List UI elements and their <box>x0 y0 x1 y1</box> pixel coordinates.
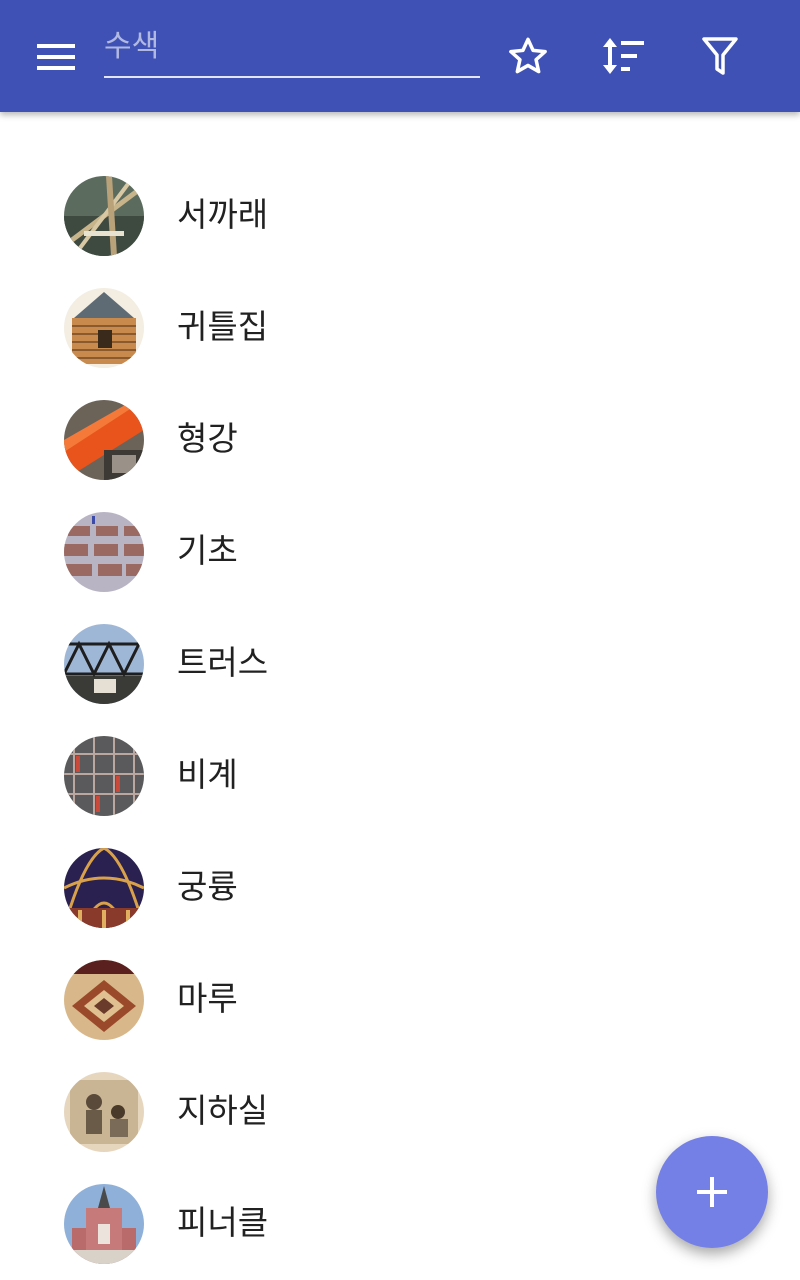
app-bar <box>0 0 800 112</box>
search-input[interactable] <box>104 22 480 78</box>
list-item[interactable]: 트러스 <box>0 608 800 720</box>
floor-pattern-photo <box>64 960 144 1040</box>
list-item-label: 형강 <box>177 419 238 458</box>
plus-icon <box>697 1177 727 1207</box>
foundation-photo <box>64 512 144 592</box>
menu-icon[interactable] <box>30 36 82 78</box>
scaffolding-photo <box>64 736 144 816</box>
filter-icon[interactable] <box>692 28 748 84</box>
list-item[interactable]: 마루 <box>0 944 800 1056</box>
list-item-label: 귀틀집 <box>177 307 269 346</box>
list-item[interactable]: 서까래 <box>0 160 800 272</box>
search-box <box>104 22 480 82</box>
steel-beam-photo <box>64 400 144 480</box>
list-item-label: 피너클 <box>177 1203 269 1242</box>
list-item-label: 트러스 <box>177 643 269 682</box>
list-item-label: 기초 <box>177 531 238 570</box>
pinnacle-building-photo <box>64 1184 144 1264</box>
vault-ceiling-photo <box>64 848 144 928</box>
list-item[interactable]: 형강 <box>0 384 800 496</box>
list-item[interactable]: 기초 <box>0 496 800 608</box>
basement-illustration <box>64 1072 144 1152</box>
list-item-label: 마루 <box>177 979 238 1018</box>
list-item[interactable]: 비계 <box>0 720 800 832</box>
rafters-photo <box>64 176 144 256</box>
list-item[interactable]: 궁륭 <box>0 832 800 944</box>
add-button[interactable] <box>656 1136 768 1248</box>
truss-bridge-photo <box>64 624 144 704</box>
list-item-label: 비계 <box>177 755 238 794</box>
log-cabin-photo <box>64 288 144 368</box>
star-icon[interactable] <box>500 28 556 84</box>
list-item-label: 지하실 <box>177 1091 269 1130</box>
list-item[interactable]: 귀틀집 <box>0 272 800 384</box>
list-item-label: 서까래 <box>177 195 269 234</box>
list-item-label: 궁륭 <box>177 867 238 906</box>
sort-icon[interactable] <box>595 28 651 84</box>
